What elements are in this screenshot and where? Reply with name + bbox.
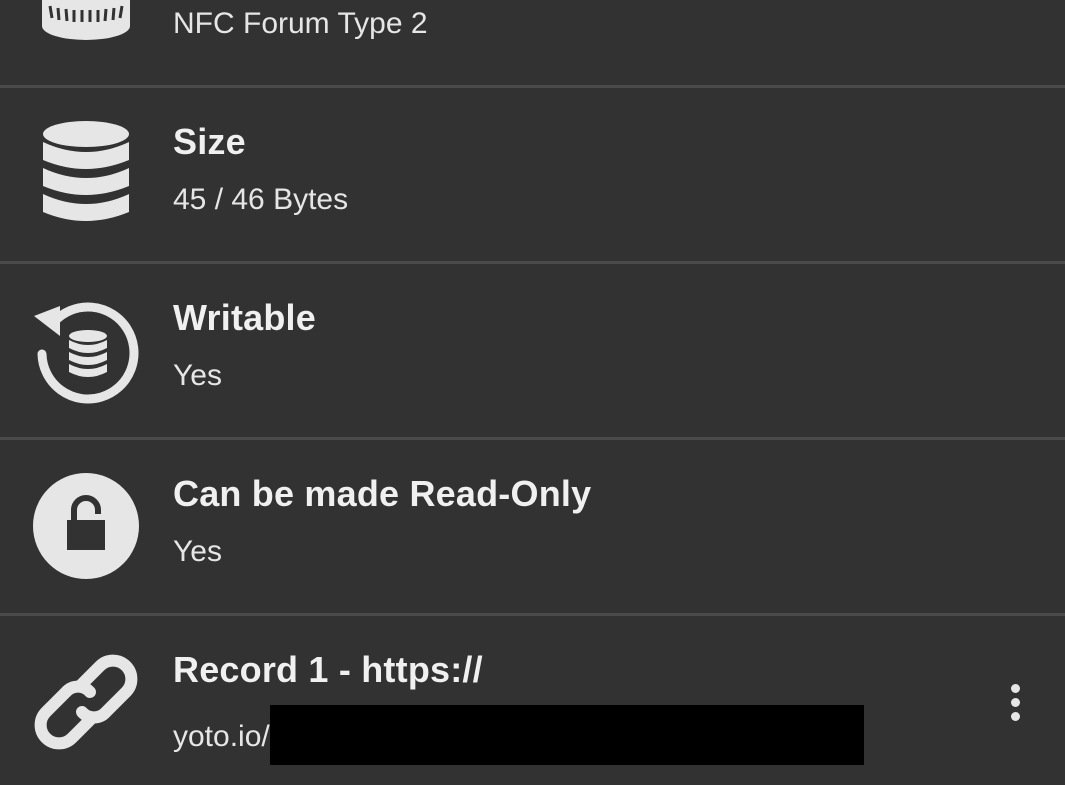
lock-icon [30, 470, 142, 582]
more-vert-icon[interactable] [990, 677, 1040, 727]
writable-icon [30, 296, 142, 408]
read-only-title: Can be made Read-Only [173, 473, 592, 514]
list-item-read-only[interactable]: Can be made Read-Only Yes [0, 440, 1065, 613]
list-item-size[interactable]: Size 45 / 46 Bytes [0, 88, 1065, 261]
size-value: 45 / 46 Bytes [173, 183, 349, 216]
writable-value: Yes [173, 359, 222, 392]
record-title: Record 1 - https:// [173, 649, 483, 690]
menu-dot [1010, 697, 1020, 707]
list-item-writable[interactable]: Writable Yes [0, 264, 1065, 437]
size-title: Size [173, 121, 246, 162]
read-only-value: Yes [173, 535, 222, 568]
menu-dot [1010, 711, 1020, 721]
record-value: yoto.io/ [173, 705, 864, 765]
writable-title: Writable [173, 297, 316, 338]
list-item-tag-type[interactable]: NFC Forum Type 2 [0, 0, 1065, 85]
link-icon [30, 646, 142, 758]
tag-type-value: NFC Forum Type 2 [173, 7, 428, 40]
tag-type-icon [30, 0, 142, 48]
tag-info-list: NFC Forum Type 2 Size 45 / 46 Bytes Writ… [0, 0, 1065, 785]
redacted-block [269, 705, 864, 765]
database-icon [30, 118, 142, 230]
menu-dot [1010, 683, 1020, 693]
record-url-prefix: yoto.io/ [173, 719, 270, 753]
list-item-record-1[interactable]: Record 1 - https:// yoto.io/ [0, 616, 1065, 785]
